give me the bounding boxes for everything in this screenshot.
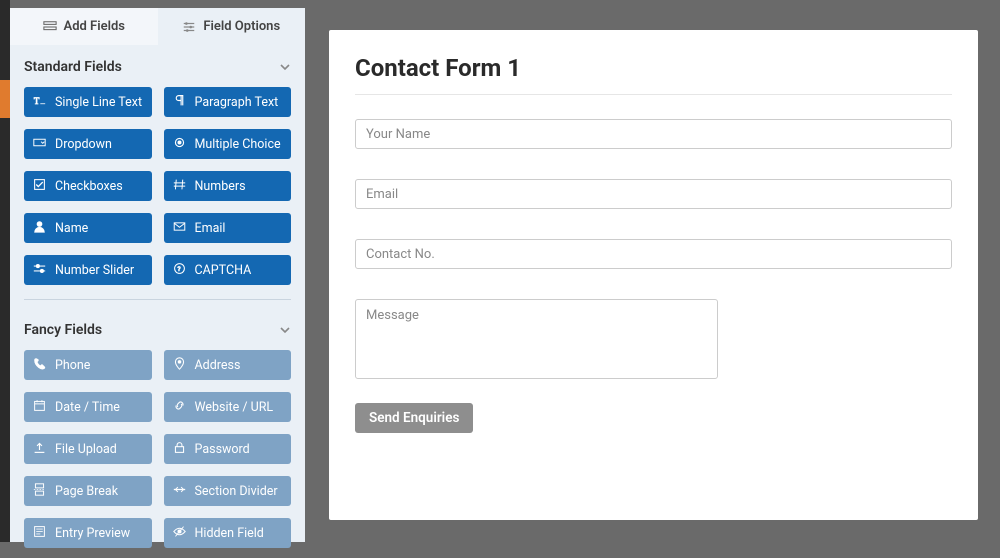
- dropdown-icon: [33, 136, 46, 153]
- field-section-divider[interactable]: Section Divider: [164, 476, 292, 506]
- field-label: Email: [195, 221, 226, 236]
- field-checkboxes[interactable]: Checkboxes: [24, 171, 152, 201]
- email-input[interactable]: Email: [355, 179, 952, 209]
- field-label: Numbers: [195, 179, 246, 194]
- link-icon: [173, 399, 186, 416]
- field-label: File Upload: [55, 442, 117, 457]
- field-options-icon: [182, 20, 196, 34]
- field-dropdown[interactable]: Dropdown: [24, 129, 152, 159]
- field-address[interactable]: Address: [164, 350, 292, 380]
- pagebreak-icon: [33, 483, 46, 500]
- field-label: Paragraph Text: [195, 95, 279, 110]
- section-standard-title: Standard Fields: [24, 59, 122, 75]
- top-strip: [10, 0, 1000, 8]
- field-date-time[interactable]: Date / Time: [24, 392, 152, 422]
- upload-icon: [33, 441, 46, 458]
- field-label: Section Divider: [195, 484, 278, 499]
- name-placeholder: Your Name: [366, 127, 430, 142]
- field-phone[interactable]: Phone: [24, 350, 152, 380]
- field-label: Multiple Choice: [195, 137, 281, 152]
- envelope-icon: [173, 220, 186, 237]
- field-label: Website / URL: [195, 400, 274, 415]
- field-paragraph-text[interactable]: Paragraph Text: [164, 87, 292, 117]
- field-label: CAPTCHA: [195, 263, 252, 278]
- svg-text:T: T: [34, 95, 40, 105]
- field-number-slider[interactable]: Number Slider: [24, 255, 152, 285]
- field-numbers[interactable]: Numbers: [164, 171, 292, 201]
- tab-add-fields-label: Add Fields: [64, 19, 125, 34]
- form-title-divider: [355, 94, 952, 95]
- fields-sidebar: Add Fields Field Options Standard Fields…: [10, 8, 305, 542]
- field-label: Password: [195, 442, 250, 457]
- admin-left-rail: [0, 0, 10, 542]
- hidden-icon: [173, 525, 186, 542]
- field-label: Date / Time: [55, 400, 120, 415]
- message-textarea[interactable]: Message: [355, 299, 718, 379]
- paragraph-icon: [173, 94, 186, 111]
- field-password[interactable]: Password: [164, 434, 292, 464]
- preview-icon: [33, 525, 46, 542]
- field-hidden-field[interactable]: Hidden Field: [164, 518, 292, 548]
- field-file-upload[interactable]: File Upload: [24, 434, 152, 464]
- submit-label: Send Enquiries: [369, 410, 459, 426]
- contact-input[interactable]: Contact No.: [355, 239, 952, 269]
- section-standard-fields-header[interactable]: Standard Fields: [10, 45, 305, 83]
- field-label: Phone: [55, 358, 90, 373]
- calendar-icon: [33, 399, 46, 416]
- field-label: Dropdown: [55, 137, 112, 152]
- tab-field-options-label: Field Options: [203, 19, 280, 34]
- pin-icon: [173, 357, 186, 374]
- phone-icon: [33, 357, 46, 374]
- hash-icon: [173, 178, 186, 195]
- field-entry-preview[interactable]: Entry Preview: [24, 518, 152, 548]
- section-fancy-fields-header[interactable]: Fancy Fields: [10, 308, 305, 346]
- field-label: Entry Preview: [55, 526, 130, 541]
- email-placeholder: Email: [366, 187, 398, 202]
- field-label: Name: [55, 221, 88, 236]
- field-email[interactable]: Email: [164, 213, 292, 243]
- field-single-line-text[interactable]: T Single Line Text: [24, 87, 152, 117]
- text-icon: T: [33, 94, 46, 111]
- chevron-down-icon: [279, 61, 291, 73]
- admin-left-rail-indicator: [0, 80, 10, 118]
- tab-add-fields[interactable]: Add Fields: [10, 8, 158, 45]
- field-captcha[interactable]: ? CAPTCHA: [164, 255, 292, 285]
- field-label: Single Line Text: [55, 95, 142, 110]
- sidebar-tabs: Add Fields Field Options: [10, 8, 305, 45]
- svg-text:?: ?: [177, 264, 180, 272]
- tab-field-options[interactable]: Field Options: [158, 8, 306, 45]
- chevron-down-icon: [279, 324, 291, 336]
- submit-button[interactable]: Send Enquiries: [355, 403, 473, 433]
- contact-placeholder: Contact No.: [366, 247, 435, 262]
- field-multiple-choice[interactable]: Multiple Choice: [164, 129, 292, 159]
- divider-icon: [173, 483, 186, 500]
- field-name[interactable]: Name: [24, 213, 152, 243]
- name-input[interactable]: Your Name: [355, 119, 952, 149]
- add-fields-icon: [43, 20, 57, 34]
- captcha-icon: ?: [173, 262, 186, 279]
- field-label: Number Slider: [55, 263, 134, 278]
- field-website-url[interactable]: Website / URL: [164, 392, 292, 422]
- section-fancy-title: Fancy Fields: [24, 322, 102, 338]
- section-divider: [24, 299, 291, 300]
- field-label: Address: [195, 358, 241, 373]
- fancy-fields-grid: Phone Address Date / Time Website / URL File…: [10, 346, 305, 558]
- lock-icon: [173, 441, 186, 458]
- form-preview: Contact Form 1 Your Name Email Contact N…: [329, 30, 978, 520]
- standard-fields-grid: T Single Line Text Paragraph Text Dropdown M…: [10, 83, 305, 295]
- radio-icon: [173, 136, 186, 153]
- field-label: Hidden Field: [195, 526, 264, 541]
- field-page-break[interactable]: Page Break: [24, 476, 152, 506]
- form-title: Contact Form 1: [355, 54, 952, 94]
- field-label: Page Break: [55, 484, 118, 499]
- check-icon: [33, 178, 46, 195]
- slider-icon: [33, 262, 46, 279]
- message-placeholder: Message: [366, 308, 419, 323]
- user-icon: [33, 220, 46, 237]
- field-label: Checkboxes: [55, 179, 123, 194]
